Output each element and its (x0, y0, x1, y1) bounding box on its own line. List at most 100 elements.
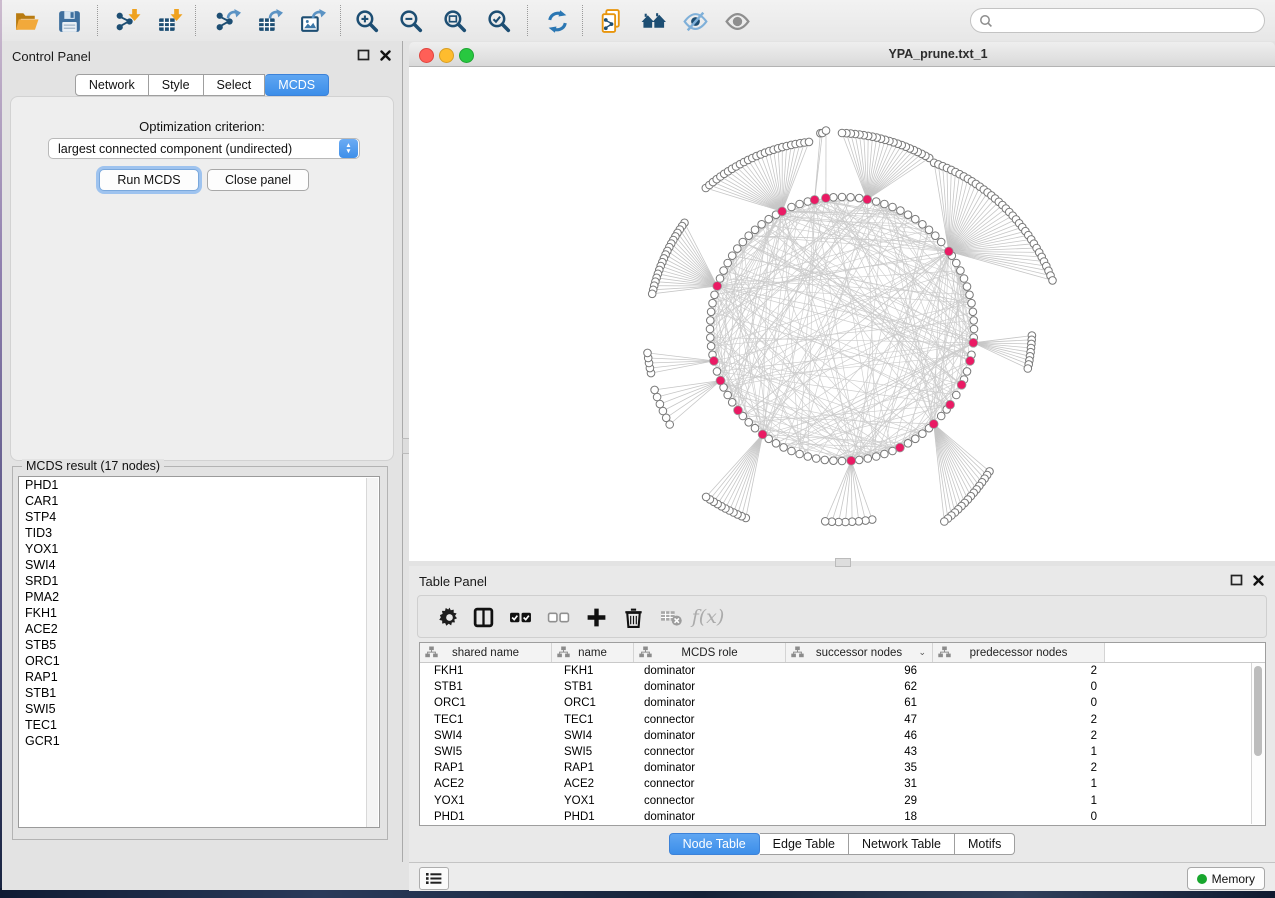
mcds-result-node[interactable]: GCR1 (19, 733, 379, 749)
network-node[interactable] (968, 299, 976, 307)
mcds-result-node[interactable]: ORC1 (19, 653, 379, 669)
column-header-predecessor-nodes[interactable]: predecessor nodes (933, 643, 1105, 662)
network-leaf-node[interactable] (656, 400, 664, 408)
network-mcds-hub-node[interactable] (929, 420, 938, 429)
table-row[interactable]: TEC1TEC1connector472 (420, 712, 1265, 728)
mcds-result-node[interactable]: RAP1 (19, 669, 379, 685)
mcds-result-node[interactable]: SWI5 (19, 701, 379, 717)
hide-panels-icon[interactable] (680, 6, 710, 36)
network-mcds-hub-node[interactable] (716, 376, 725, 385)
network-mcds-hub-node[interactable] (957, 380, 966, 389)
network-mcds-hub-node[interactable] (969, 338, 978, 347)
network-node[interactable] (728, 399, 736, 407)
network-node[interactable] (780, 444, 788, 452)
network-node[interactable] (745, 419, 753, 427)
tab-edge-table[interactable]: Edge Table (760, 833, 849, 855)
network-leaf-node[interactable] (644, 349, 652, 357)
mcds-result-node[interactable]: TEC1 (19, 717, 379, 733)
new-network-icon[interactable] (596, 6, 626, 36)
network-node[interactable] (804, 453, 812, 461)
export-network-icon[interactable] (212, 6, 242, 36)
mcds-result-node[interactable]: PHD1 (19, 477, 379, 493)
network-node[interactable] (739, 238, 747, 246)
table-row[interactable]: ORC1ORC1dominator610 (420, 695, 1265, 711)
network-node[interactable] (872, 453, 880, 461)
tab-style[interactable]: Style (149, 74, 204, 96)
export-table-icon[interactable] (254, 6, 284, 36)
network-leaf-node[interactable] (838, 129, 846, 137)
zoom-window-icon[interactable] (459, 48, 474, 63)
result-list-scrollbar[interactable] (366, 478, 378, 828)
network-node[interactable] (872, 198, 880, 206)
network-node[interactable] (716, 275, 724, 283)
network-node[interactable] (912, 215, 920, 223)
network-node[interactable] (963, 368, 971, 376)
open-file-icon[interactable] (12, 6, 42, 36)
network-mcds-hub-node[interactable] (822, 194, 831, 203)
network-node[interactable] (720, 267, 728, 275)
network-node[interactable] (724, 391, 732, 399)
network-node[interactable] (751, 424, 759, 432)
network-node[interactable] (707, 308, 715, 316)
tab-mcds[interactable]: MCDS (265, 74, 329, 96)
network-graph[interactable] (409, 67, 1275, 561)
zoom-in-icon[interactable] (352, 6, 382, 36)
network-leaf-node[interactable] (702, 493, 710, 501)
network-node[interactable] (897, 207, 905, 215)
network-node[interactable] (838, 193, 846, 201)
show-columns-icon[interactable] (470, 604, 496, 630)
network-node[interactable] (925, 226, 933, 234)
network-mcds-hub-node[interactable] (847, 456, 856, 465)
network-node[interactable] (838, 457, 846, 465)
tab-network-table[interactable]: Network Table (849, 833, 955, 855)
table-row[interactable]: STB1STB1dominator620 (420, 679, 1265, 695)
network-node[interactable] (788, 203, 796, 211)
network-node[interactable] (788, 447, 796, 455)
network-mcds-hub-node[interactable] (810, 196, 819, 205)
table-scrollbar[interactable] (1251, 663, 1265, 824)
table-row[interactable]: SWI5SWI5connector431 (420, 744, 1265, 760)
network-node[interactable] (960, 275, 968, 283)
import-table-icon[interactable] (154, 6, 184, 36)
table-row[interactable]: SWI4SWI4dominator462 (420, 728, 1265, 744)
float-panel-icon[interactable] (357, 49, 370, 62)
mcds-result-node[interactable]: YOX1 (19, 541, 379, 557)
mcds-result-node[interactable]: CAR1 (19, 493, 379, 509)
network-node[interactable] (904, 440, 912, 448)
table-row[interactable]: RAP1RAP1dominator352 (420, 760, 1265, 776)
add-icon[interactable] (583, 604, 609, 630)
table-row[interactable]: ACE2ACE2connector311 (420, 776, 1265, 792)
network-node[interactable] (745, 232, 753, 240)
close-panel-icon[interactable] (1252, 574, 1265, 587)
close-window-icon[interactable] (419, 48, 434, 63)
network-mcds-hub-node[interactable] (946, 400, 955, 409)
network-canvas[interactable] (409, 67, 1275, 561)
network-node[interactable] (881, 450, 889, 458)
delete-icon[interactable] (620, 604, 646, 630)
network-leaf-node[interactable] (648, 290, 656, 298)
network-node[interactable] (937, 412, 945, 420)
network-node[interactable] (830, 194, 838, 202)
network-node[interactable] (758, 221, 766, 229)
network-node[interactable] (953, 391, 961, 399)
network-node[interactable] (864, 455, 872, 463)
network-node[interactable] (966, 291, 974, 299)
column-header-MCDS-role[interactable]: MCDS role (634, 643, 786, 662)
memory-button[interactable]: Memory (1187, 867, 1265, 890)
network-node[interactable] (912, 435, 920, 443)
network-leaf-node[interactable] (805, 138, 813, 146)
network-mcds-hub-node[interactable] (896, 443, 905, 452)
network-node[interactable] (919, 430, 927, 438)
network-node[interactable] (724, 259, 732, 267)
search-input[interactable] (997, 10, 1264, 32)
network-node[interactable] (830, 457, 838, 465)
network-mcds-hub-node[interactable] (758, 430, 767, 439)
import-network-icon[interactable] (112, 6, 142, 36)
network-node[interactable] (970, 317, 978, 325)
table-settings-icon[interactable] (436, 604, 462, 630)
mcds-result-node[interactable]: STP4 (19, 509, 379, 525)
float-panel-icon[interactable] (1230, 574, 1243, 587)
unselect-all-columns-icon[interactable] (545, 604, 571, 630)
mcds-result-node[interactable]: SRD1 (19, 573, 379, 589)
mcds-result-node[interactable]: STB1 (19, 685, 379, 701)
